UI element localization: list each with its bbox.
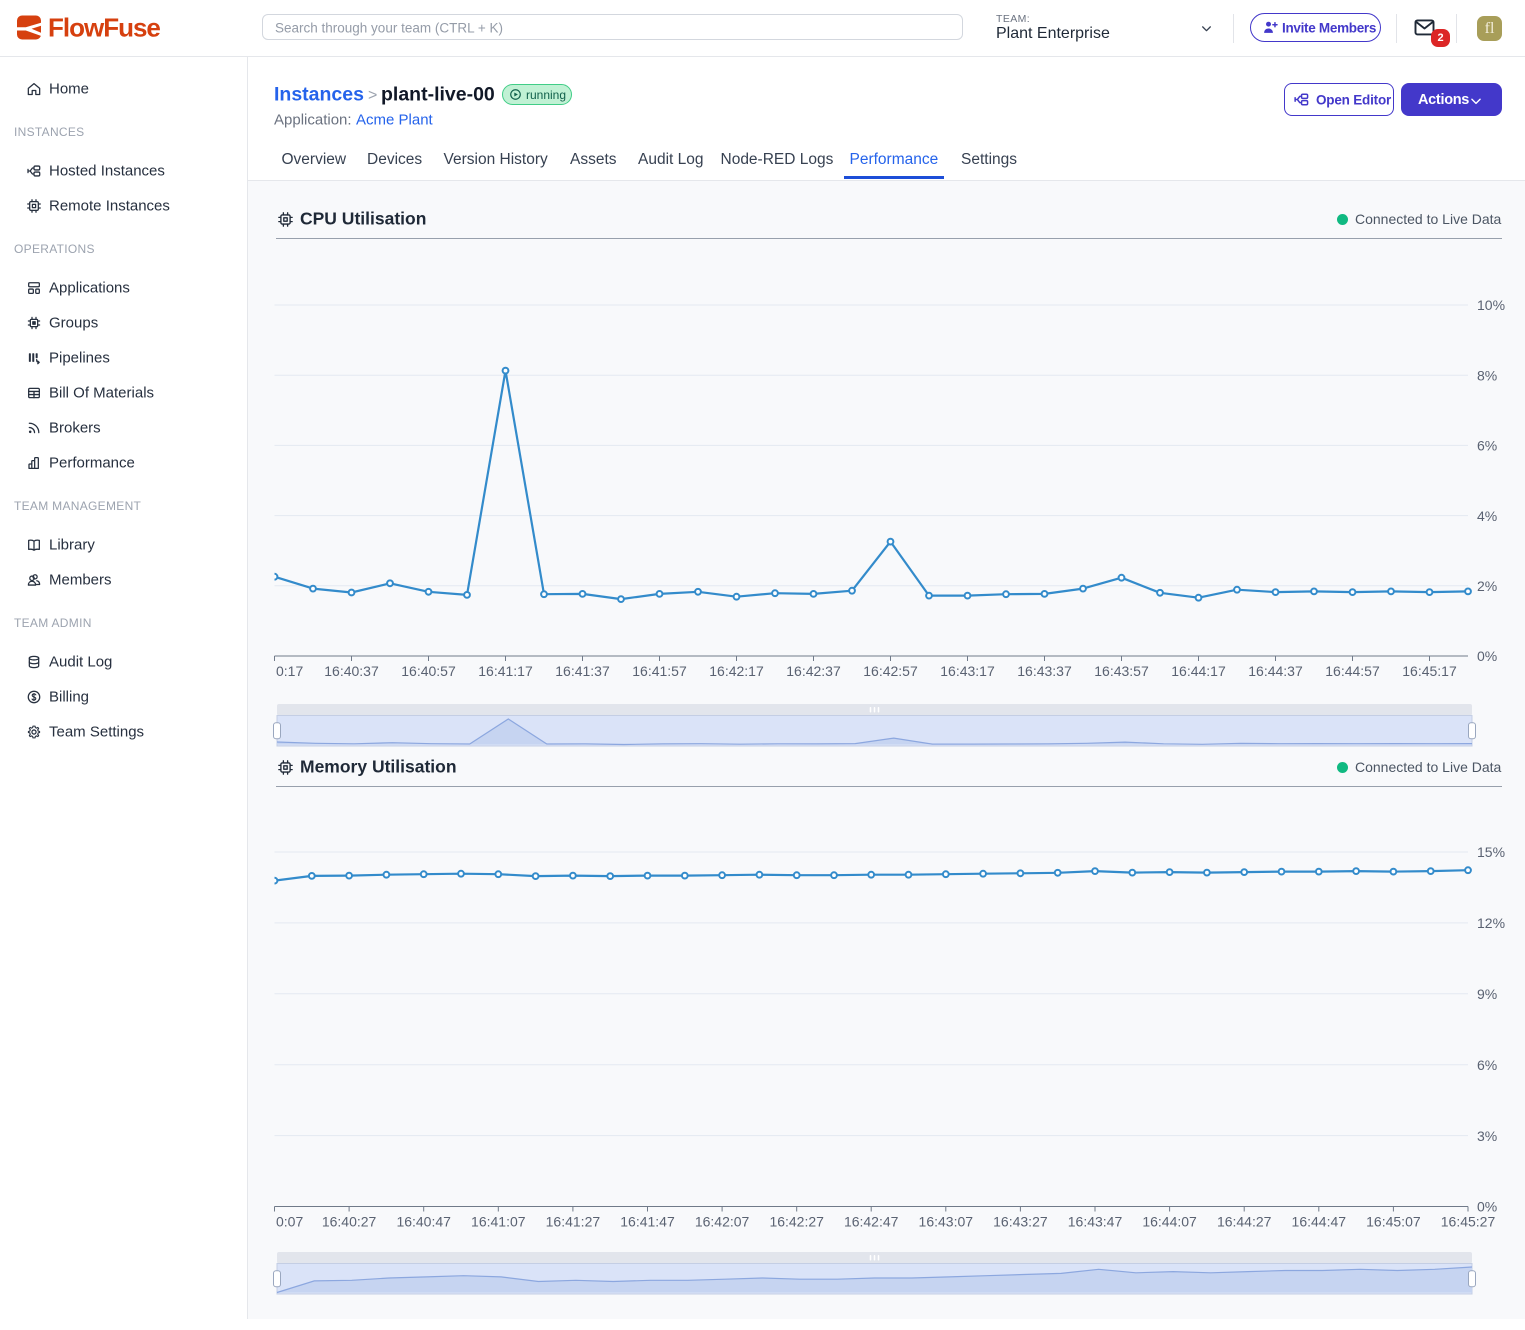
svg-text:16:43:47: 16:43:47 xyxy=(1068,1214,1123,1230)
svg-text:10%: 10% xyxy=(1477,297,1505,313)
svg-text:16:43:07: 16:43:07 xyxy=(919,1214,974,1230)
svg-text:16:40:47: 16:40:47 xyxy=(396,1214,451,1230)
svg-text:16:45:17: 16:45:17 xyxy=(1402,663,1457,679)
svg-text:16:40:27: 16:40:27 xyxy=(322,1214,377,1230)
svg-text:0:07: 0:07 xyxy=(276,1214,303,1230)
svg-text:16:43:37: 16:43:37 xyxy=(1017,663,1072,679)
svg-text:16:44:37: 16:44:37 xyxy=(1248,663,1303,679)
svg-text:16:42:37: 16:42:37 xyxy=(786,663,841,679)
svg-text:16:43:57: 16:43:57 xyxy=(1094,663,1149,679)
svg-text:2%: 2% xyxy=(1477,578,1497,594)
svg-text:8%: 8% xyxy=(1477,367,1497,383)
svg-text:16:43:17: 16:43:17 xyxy=(940,663,995,679)
svg-text:16:45:27: 16:45:27 xyxy=(1441,1214,1496,1230)
svg-text:16:42:57: 16:42:57 xyxy=(863,663,918,679)
svg-text:0%: 0% xyxy=(1477,648,1497,664)
svg-text:16:41:07: 16:41:07 xyxy=(471,1214,526,1230)
svg-text:4%: 4% xyxy=(1477,508,1497,524)
svg-text:16:42:47: 16:42:47 xyxy=(844,1214,899,1230)
svg-text:16:42:17: 16:42:17 xyxy=(709,663,764,679)
svg-text:16:43:27: 16:43:27 xyxy=(993,1214,1048,1230)
svg-text:16:44:47: 16:44:47 xyxy=(1292,1214,1347,1230)
svg-text:16:45:07: 16:45:07 xyxy=(1366,1214,1421,1230)
svg-text:16:41:57: 16:41:57 xyxy=(632,663,687,679)
svg-text:3%: 3% xyxy=(1477,1128,1497,1144)
svg-text:16:44:07: 16:44:07 xyxy=(1142,1214,1197,1230)
svg-text:16:41:27: 16:41:27 xyxy=(546,1214,601,1230)
svg-text:16:44:17: 16:44:17 xyxy=(1171,663,1226,679)
svg-text:16:44:57: 16:44:57 xyxy=(1325,663,1380,679)
svg-text:16:44:27: 16:44:27 xyxy=(1217,1214,1272,1230)
svg-text:0%: 0% xyxy=(1477,1199,1497,1215)
svg-text:16:42:27: 16:42:27 xyxy=(769,1214,824,1230)
svg-text:16:40:37: 16:40:37 xyxy=(324,663,379,679)
svg-text:16:41:37: 16:41:37 xyxy=(555,663,610,679)
svg-text:16:40:57: 16:40:57 xyxy=(401,663,456,679)
svg-text:16:41:47: 16:41:47 xyxy=(620,1214,675,1230)
svg-text:15%: 15% xyxy=(1477,844,1505,860)
svg-text:6%: 6% xyxy=(1477,438,1497,454)
svg-text:6%: 6% xyxy=(1477,1057,1497,1073)
svg-text:16:41:17: 16:41:17 xyxy=(478,663,533,679)
svg-text:12%: 12% xyxy=(1477,915,1505,931)
svg-text:0:17: 0:17 xyxy=(276,663,303,679)
svg-text:16:42:07: 16:42:07 xyxy=(695,1214,750,1230)
svg-text:9%: 9% xyxy=(1477,986,1497,1002)
